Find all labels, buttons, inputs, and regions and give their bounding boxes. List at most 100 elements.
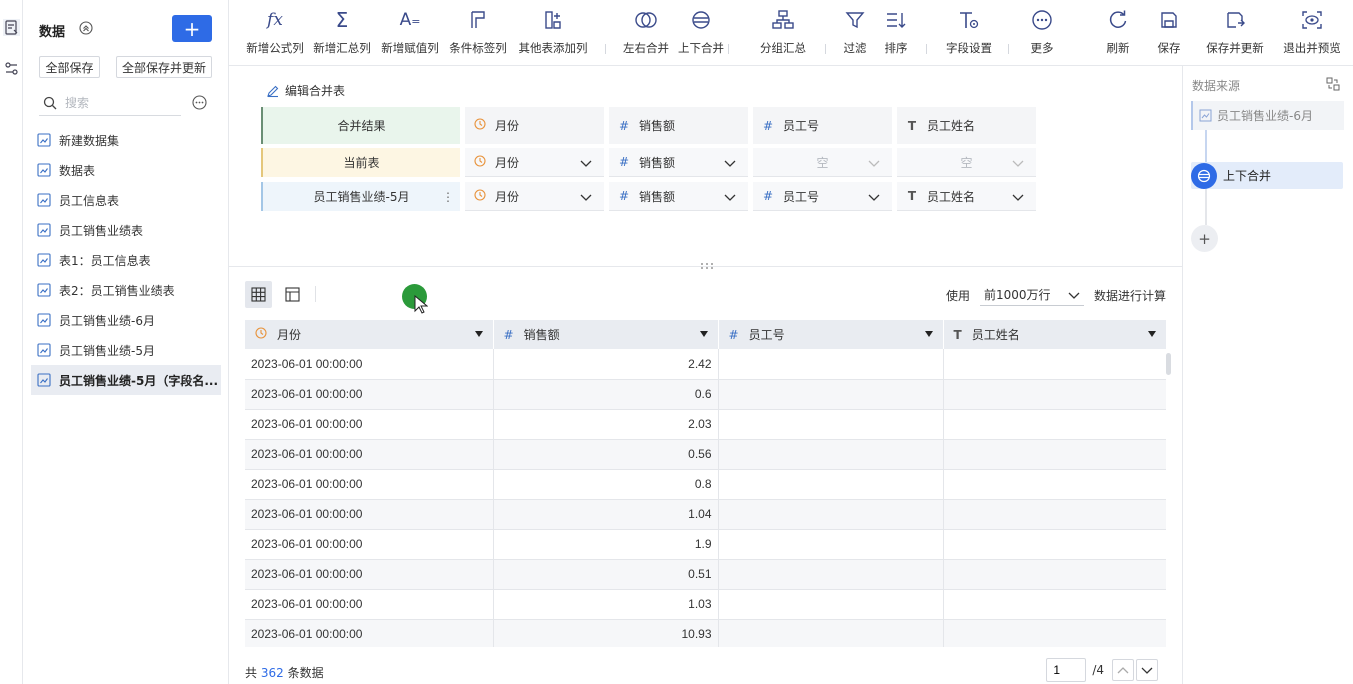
column-menu-icon[interactable]	[924, 331, 933, 337]
dataset-item[interactable]: 数据表	[31, 155, 221, 185]
toolbar-more-button[interactable]: 更多	[1002, 8, 1082, 56]
table-cell[interactable]	[718, 589, 944, 620]
layout-view-button[interactable]	[279, 281, 306, 308]
dataset-item[interactable]: 员工销售业绩-5月（字段名...	[31, 365, 221, 395]
table-cell[interactable]	[943, 589, 1166, 620]
panel-title: 数据	[39, 25, 66, 40]
table-cell[interactable]	[718, 529, 944, 560]
more-options-icon[interactable]	[192, 95, 207, 110]
toolbar-union-button[interactable]: 上下合并	[661, 8, 741, 56]
toolbar-add-column-button[interactable]: 其他表添加列	[513, 8, 593, 56]
toolbar-sort-button[interactable]: 排序	[856, 8, 936, 56]
field-select[interactable]: 月份	[465, 182, 604, 211]
dataset-item[interactable]: 新建数据集	[31, 125, 221, 155]
dataset-item[interactable]: 员工销售业绩表	[31, 215, 221, 245]
toolbar-exit-preview-button[interactable]: 退出并预览	[1272, 8, 1352, 56]
table-cell[interactable]: 2023-06-01 00:00:00	[245, 499, 494, 530]
table-cell[interactable]: 2023-06-01 00:00:00	[245, 439, 494, 470]
flag-icon	[466, 8, 490, 32]
grid-view-button[interactable]	[245, 281, 272, 308]
field-select[interactable]: 空	[897, 148, 1036, 177]
table-cell[interactable]	[718, 559, 944, 590]
table-cell[interactable]: 2.03	[493, 409, 719, 440]
table-cell[interactable]	[943, 469, 1166, 500]
table-cell[interactable]	[718, 349, 944, 380]
dataset-item[interactable]: 表2：员工销售业绩表	[31, 275, 221, 305]
page-input[interactable]	[1046, 658, 1087, 682]
table-cell[interactable]: 2023-06-01 00:00:00	[245, 589, 494, 620]
add-step-button[interactable]: +	[1191, 225, 1218, 252]
merge-row-label[interactable]: 员工销售业绩-5月 ⋮	[261, 182, 460, 211]
table-cell[interactable]: 1.03	[493, 589, 719, 620]
toolbar-field-settings-button[interactable]: 字段设置	[929, 8, 1009, 56]
field-select[interactable]: # 员工号	[753, 182, 892, 211]
save-all-update-button[interactable]: 全部保存并更新	[116, 56, 212, 78]
field-select[interactable]: T 员工姓名	[897, 182, 1036, 211]
next-page-button[interactable]	[1136, 659, 1158, 681]
table-cell[interactable]	[943, 619, 1166, 647]
field-name: 月份	[495, 189, 520, 204]
table-cell[interactable]	[943, 379, 1166, 410]
add-dataset-button[interactable]: +	[172, 15, 212, 42]
table-cell[interactable]	[943, 559, 1166, 590]
prev-page-button[interactable]	[1112, 659, 1134, 681]
table-cell[interactable]: 2023-06-01 00:00:00	[245, 619, 494, 647]
dataset-item[interactable]: 表1：员工信息表	[31, 245, 221, 275]
column-header[interactable]: # 销售额	[493, 320, 719, 349]
edit-merge-link[interactable]: 编辑合并表	[266, 82, 345, 99]
table-cell[interactable]: 2023-06-01 00:00:00	[245, 409, 494, 440]
column-header[interactable]: 月份	[245, 320, 494, 349]
column-menu-icon[interactable]	[699, 331, 708, 337]
table-cell[interactable]: 1.9	[493, 529, 719, 560]
source-table-node[interactable]: 员工销售业绩-6月	[1191, 101, 1344, 130]
toolbar-group-button[interactable]: 分组汇总	[743, 8, 823, 56]
table-cell[interactable]	[943, 499, 1166, 530]
field-select[interactable]: # 销售额	[609, 182, 748, 211]
search-input[interactable]	[65, 94, 175, 112]
table-cell[interactable]: 2023-06-01 00:00:00	[245, 379, 494, 410]
merge-step-node[interactable]: 上下合并	[1191, 162, 1343, 189]
table-cell[interactable]	[943, 529, 1166, 560]
table-cell[interactable]: 10.93	[493, 619, 719, 647]
table-cell[interactable]: 2023-06-01 00:00:00	[245, 469, 494, 500]
row-more-icon[interactable]: ⋮	[442, 190, 454, 204]
relation-nav-icon[interactable]	[3, 60, 20, 77]
table-cell[interactable]	[943, 349, 1166, 380]
table-cell[interactable]	[718, 409, 944, 440]
table-cell[interactable]: 2023-06-01 00:00:00	[245, 529, 494, 560]
column-menu-icon[interactable]	[1147, 331, 1156, 337]
table-cell[interactable]	[718, 619, 944, 647]
dataset-nav-icon[interactable]	[3, 19, 20, 36]
table-cell[interactable]	[943, 439, 1166, 470]
field-select[interactable]: 月份	[465, 148, 604, 177]
dataset-item[interactable]: 员工销售业绩-5月	[31, 335, 221, 365]
table-cell[interactable]	[718, 499, 944, 530]
table-scrollbar[interactable]	[1166, 353, 1171, 375]
data-table: 月份 # 销售额 # 员工号 T 员工姓名 2023-06-01 00:00:00 2.42 2…	[245, 320, 1166, 647]
field-select[interactable]: # 销售额	[609, 148, 748, 177]
toolbar-flag-button[interactable]: 条件标签列	[438, 8, 518, 56]
collapse-icon[interactable]	[79, 21, 93, 35]
table-cell[interactable]	[718, 469, 944, 500]
row-limit-select[interactable]: 前1000万行	[979, 284, 1084, 306]
table-cell[interactable]	[943, 409, 1166, 440]
toolbar-save-update-button[interactable]: 保存并更新	[1195, 8, 1275, 56]
column-menu-icon[interactable]	[474, 331, 483, 337]
table-cell[interactable]: 2.42	[493, 349, 719, 380]
table-cell[interactable]: 0.8	[493, 469, 719, 500]
field-select[interactable]: 空	[753, 148, 892, 177]
save-all-button[interactable]: 全部保存	[39, 56, 100, 78]
table-cell[interactable]	[718, 379, 944, 410]
column-header[interactable]: # 员工号	[718, 320, 944, 349]
table-cell[interactable]: 0.6	[493, 379, 719, 410]
column-header[interactable]: T 员工姓名	[943, 320, 1166, 349]
dataset-item[interactable]: 员工信息表	[31, 185, 221, 215]
fit-view-icon[interactable]	[1326, 77, 1340, 91]
table-cell[interactable]	[718, 439, 944, 470]
table-cell[interactable]: 2023-06-01 00:00:00	[245, 559, 494, 590]
table-cell[interactable]: 2023-06-01 00:00:00	[245, 349, 494, 380]
table-cell[interactable]: 0.51	[493, 559, 719, 590]
table-cell[interactable]: 0.56	[493, 439, 719, 470]
table-cell[interactable]: 1.04	[493, 499, 719, 530]
dataset-item[interactable]: 员工销售业绩-6月	[31, 305, 221, 335]
